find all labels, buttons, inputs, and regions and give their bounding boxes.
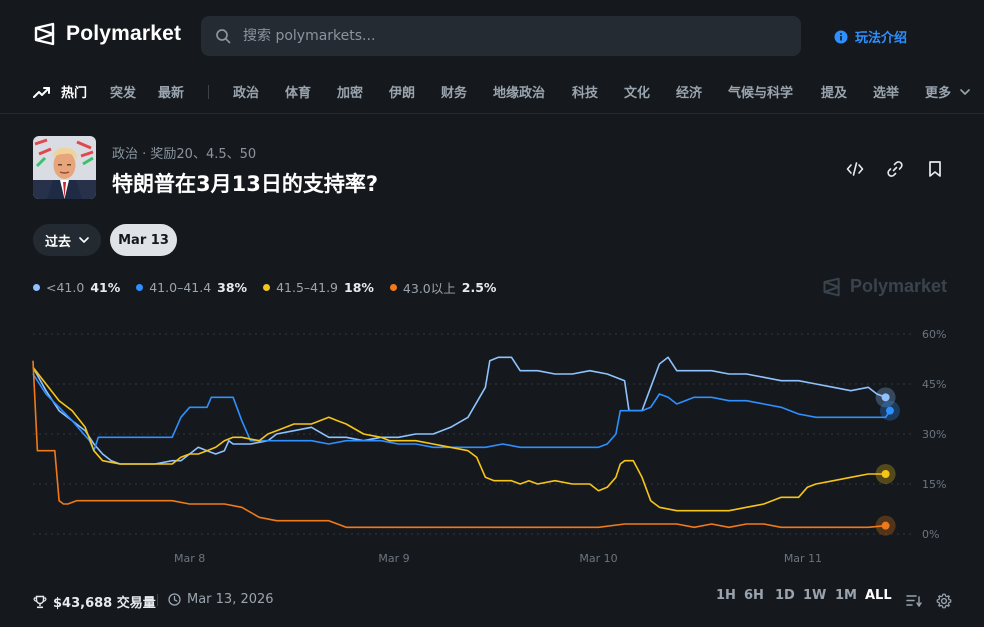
end-date-value: Mar 13, 2026 (187, 592, 274, 607)
copy-link-button[interactable] (883, 157, 907, 181)
market-title: 特朗普在3月13日的支持率? (112, 172, 379, 196)
volume: $43,688 交易量 (33, 592, 156, 611)
range-1w[interactable]: 1W (803, 588, 826, 603)
sort-icon[interactable] (906, 594, 922, 608)
polymarket-logo-icon (34, 22, 55, 46)
legend-item[interactable]: <41.0 41% (33, 278, 120, 297)
x-tick-label: Mar 10 (579, 552, 617, 565)
info-icon (834, 30, 848, 43)
nav-culture[interactable]: 文化 (624, 82, 650, 101)
top-header: Polymarket 玩法介绍 (0, 0, 984, 70)
legend-label: 43.0以上 (402, 281, 456, 296)
range-6h[interactable]: 6H (744, 588, 764, 603)
series-line (32, 360, 886, 529)
price-chart[interactable]: 60% 45% 30% 15% 0% Mar 8 Mar 9 Mar 10 Mar 11 (0, 320, 984, 570)
chevron-down-icon (79, 237, 89, 243)
nav-trending[interactable]: 热门 (61, 82, 87, 101)
series-end-dot (885, 406, 894, 415)
range-1d[interactable]: 1D (775, 588, 795, 603)
x-tick-label: Mar 8 (174, 552, 205, 565)
polymarket-logo-icon (823, 277, 840, 296)
nav-new[interactable]: 最新 (158, 82, 184, 101)
nav-geopolitics[interactable]: 地缘政治 (493, 82, 545, 101)
end-date: Mar 13, 2026 (168, 592, 274, 607)
nav-more[interactable]: 更多 (925, 82, 951, 101)
search-bar[interactable] (201, 16, 801, 56)
chart-legend: <41.0 41% 41.0–41.4 38% 41.5–41.9 18% 43.0以上 2.… (33, 278, 496, 297)
legend-dot (136, 284, 144, 291)
legend-item[interactable]: 41.0–41.4 38% (136, 278, 247, 297)
range-1m[interactable]: 1M (835, 588, 857, 603)
nav-sports[interactable]: 体育 (285, 82, 311, 101)
date-pill-selected[interactable]: Mar 13 (110, 224, 177, 256)
nav-politics[interactable]: 政治 (233, 82, 259, 101)
bookmark-icon (929, 161, 941, 177)
settings-gear-icon[interactable] (936, 593, 952, 609)
legend-label: <41.0 (46, 280, 85, 295)
legend-label: 41.5–41.9 (276, 280, 338, 295)
bookmark-button[interactable] (923, 157, 947, 181)
nav-elections[interactable]: 选举 (873, 82, 899, 101)
series-end-dot (881, 470, 890, 478)
nav-economy[interactable]: 经济 (676, 82, 702, 101)
legend-item[interactable]: 41.5–41.9 18% (263, 278, 374, 297)
series-line (32, 366, 886, 512)
legend-value: 41% (90, 280, 121, 295)
legend-dot (389, 284, 397, 291)
x-tick-label: Mar 11 (784, 552, 822, 565)
chevron-down-icon[interactable] (960, 88, 970, 96)
series-line (32, 373, 891, 452)
nav-iran[interactable]: 伊朗 (389, 82, 415, 101)
market-category[interactable]: 政治 · 奖励20、4.5、50 (112, 143, 256, 162)
nav-divider (208, 85, 209, 99)
y-tick-label: 45% (922, 378, 946, 391)
search-input[interactable] (243, 28, 763, 44)
how-it-works-link[interactable]: 玩法介绍 (834, 27, 907, 46)
range-all[interactable]: ALL (865, 588, 892, 603)
clock-icon (168, 593, 181, 606)
legend-label: 41.0–41.4 (149, 280, 212, 295)
category-nav: 热门 突发 最新 政治 体育 加密 伊朗 财务 地缘政治 科技 文化 经济 气候… (0, 70, 984, 114)
x-tick-label: Mar 9 (378, 552, 409, 565)
legend-value: 38% (217, 280, 248, 295)
volume-value: $43,688 交易量 (53, 596, 156, 611)
search-icon (216, 29, 231, 44)
trophy-icon (33, 595, 47, 608)
embed-button[interactable] (843, 157, 867, 181)
portrait-image (33, 136, 96, 199)
nav-tech[interactable]: 科技 (572, 82, 598, 101)
trending-icon (33, 87, 50, 98)
y-tick-label: 0% (922, 528, 939, 541)
how-it-works-label: 玩法介绍 (855, 31, 908, 46)
chart-watermark: Polymarket (822, 276, 947, 297)
series-end-dot (881, 521, 890, 530)
range-1h[interactable]: 1H (716, 588, 736, 603)
code-icon (846, 162, 864, 176)
legend-dot (33, 284, 40, 291)
legend-value: 18% (344, 280, 374, 295)
link-icon (887, 161, 903, 177)
past-dropdown[interactable]: 过去 (33, 224, 101, 256)
legend-dot (263, 284, 271, 291)
market-thumbnail[interactable] (33, 136, 96, 199)
logo-text: Polymarket (66, 22, 182, 45)
nav-crypto[interactable]: 加密 (337, 82, 363, 101)
legend-value: 2.5% (461, 280, 497, 295)
nav-breaking[interactable]: 突发 (110, 82, 136, 101)
legend-item[interactable]: 43.0以上 2.5% (389, 278, 497, 297)
series-end-dot (881, 393, 890, 402)
y-tick-label: 60% (922, 328, 946, 341)
watermark-text: Polymarket (850, 276, 948, 296)
footer-divider (157, 594, 158, 606)
nav-mentions[interactable]: 提及 (821, 82, 847, 101)
past-label: 过去 (45, 234, 72, 250)
chart-footer: $43,688 交易量 Mar 13, 2026 1H 6H 1D 1W 1M … (0, 588, 984, 614)
y-tick-label: 30% (922, 428, 946, 441)
nav-climate-science[interactable]: 气候与科学 (728, 82, 793, 101)
y-tick-label: 15% (922, 478, 946, 491)
logo[interactable]: Polymarket (33, 22, 181, 46)
nav-finance[interactable]: 财务 (441, 82, 467, 101)
